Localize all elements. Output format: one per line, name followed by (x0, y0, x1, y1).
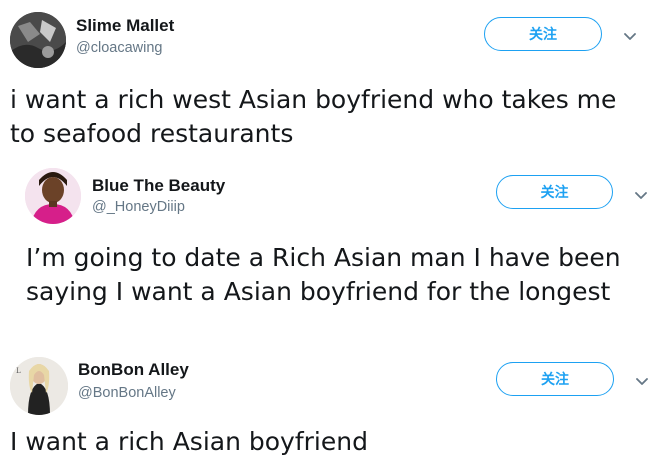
user-handle[interactable]: @BonBonAlley (78, 385, 176, 401)
follow-button[interactable]: 关注 (484, 17, 602, 51)
user-avatar-icon (25, 168, 81, 224)
svg-text:L: L (16, 367, 21, 375)
tweet-text: I’m going to date a Rich Asian man I hav… (26, 243, 621, 306)
avatar[interactable] (10, 12, 66, 68)
display-name[interactable]: BonBon Alley (78, 360, 189, 380)
avatar[interactable] (25, 168, 81, 224)
avatar[interactable]: L (10, 357, 68, 415)
tweet-text: i want a rich west Asian boyfriend who t… (10, 85, 617, 148)
tweet-text: I want a rich Asian boyfriend (10, 427, 368, 456)
follow-button[interactable]: 关注 (496, 362, 614, 396)
chevron-down-icon[interactable] (622, 29, 638, 45)
user-handle[interactable]: @_HoneyDiiip (92, 199, 185, 215)
tweet-1: Slime Mallet @cloacawing 关注 i want a ric… (0, 0, 659, 160)
chevron-down-icon[interactable] (633, 188, 649, 204)
follow-button[interactable]: 关注 (496, 175, 613, 209)
tweet-3: L BonBon Alley @BonBonAlley 关注 I want a … (0, 350, 659, 468)
tweet-2: Blue The Beauty @_HoneyDiiip 关注 I’m goin… (0, 160, 659, 350)
display-name[interactable]: Blue The Beauty (92, 176, 225, 196)
user-avatar-icon: L (10, 357, 68, 415)
display-name[interactable]: Slime Mallet (76, 16, 174, 36)
user-avatar-icon (10, 12, 66, 68)
user-handle[interactable]: @cloacawing (76, 40, 162, 56)
chevron-down-icon[interactable] (634, 374, 650, 390)
